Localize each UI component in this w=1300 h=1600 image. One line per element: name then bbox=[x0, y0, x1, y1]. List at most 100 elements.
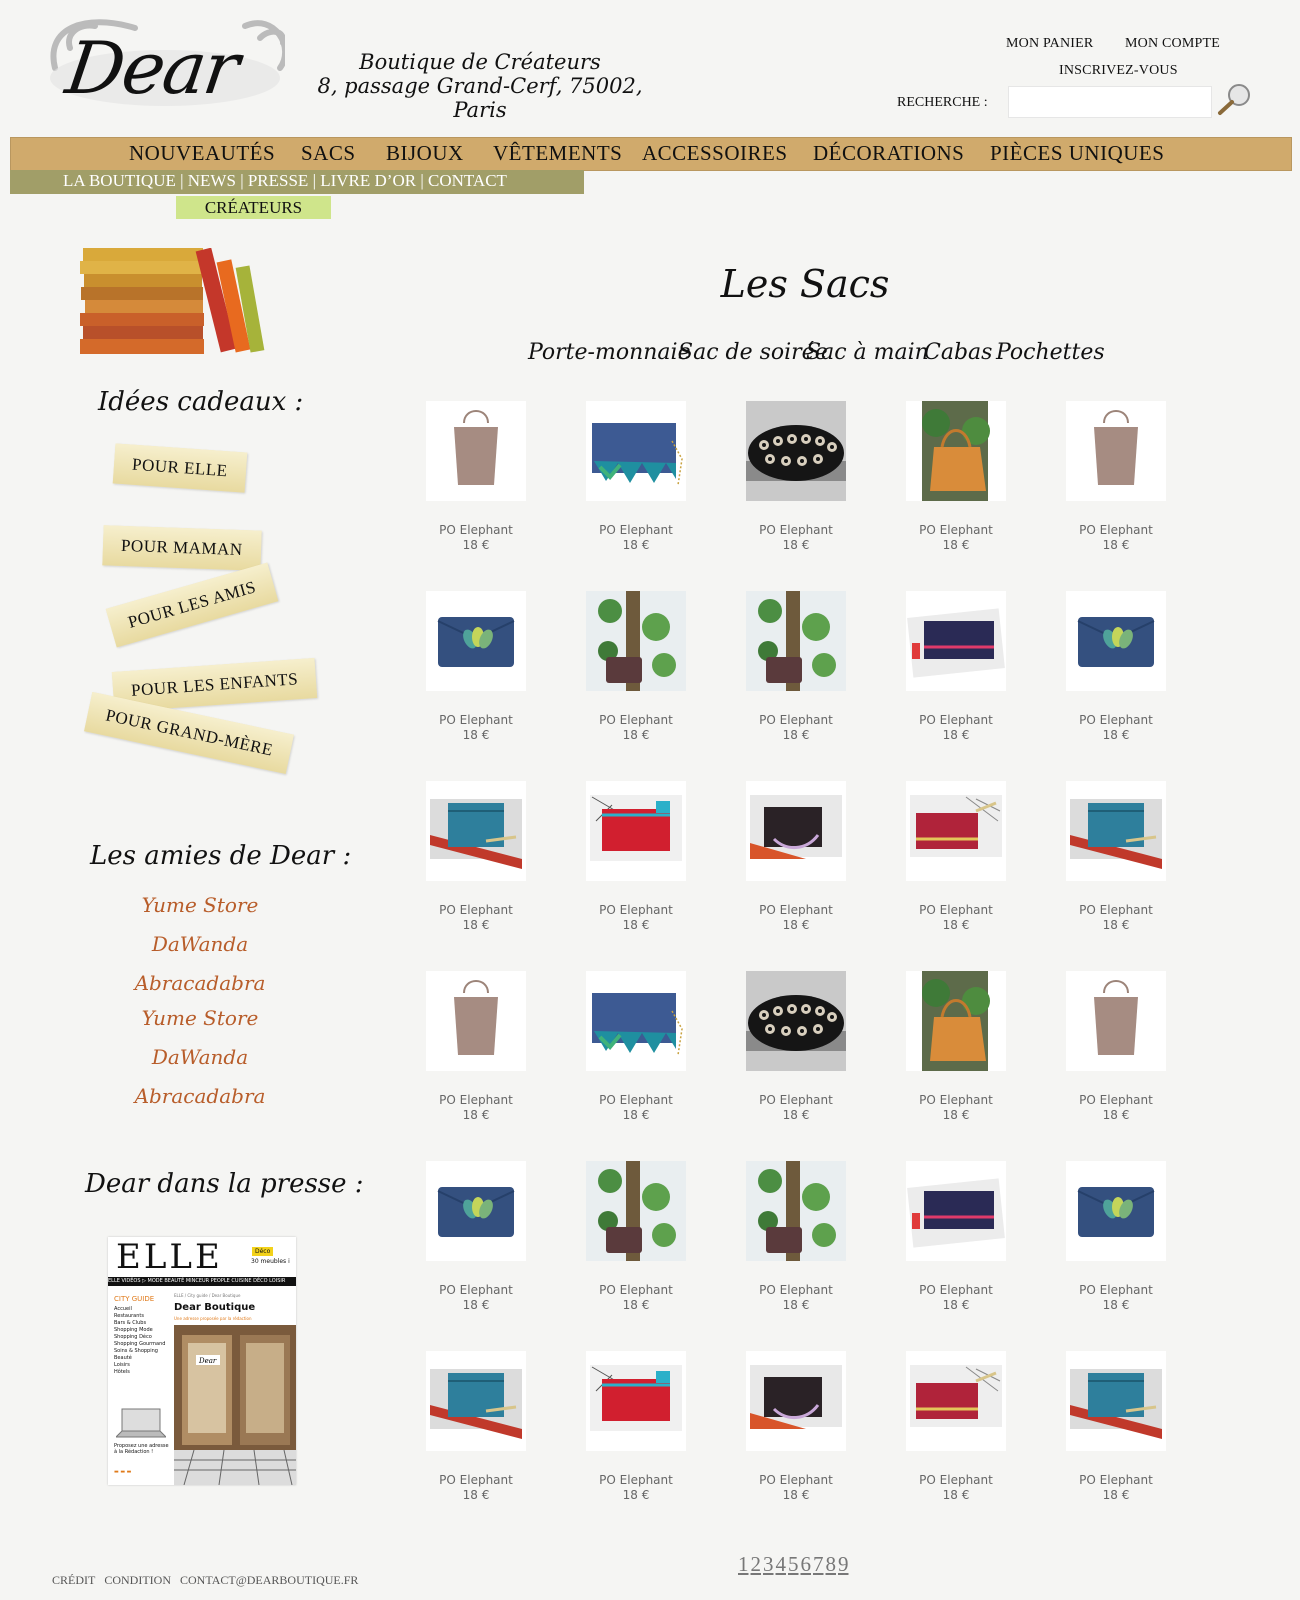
product-name[interactable]: PO Elephant bbox=[1036, 1093, 1196, 1107]
product-card[interactable]: PO Elephant 18 € bbox=[396, 971, 556, 1131]
product-name[interactable]: PO Elephant bbox=[716, 903, 876, 917]
product-name[interactable]: PO Elephant bbox=[876, 903, 1036, 917]
product-name[interactable]: PO Elephant bbox=[396, 1093, 556, 1107]
product-name[interactable]: PO Elephant bbox=[556, 1093, 716, 1107]
category-porte-monnaie[interactable]: Porte-monnaie bbox=[528, 340, 691, 365]
gift-tag-pour-les-amis[interactable]: POUR LES AMIS bbox=[105, 562, 279, 648]
product-image[interactable] bbox=[746, 401, 846, 501]
gift-tag-pour-maman[interactable]: POUR MAMAN bbox=[102, 525, 262, 571]
footer-contact-link[interactable]: CONTACT@DEARBOUTIQUE.FR bbox=[180, 1573, 358, 1587]
product-name[interactable]: PO Elephant bbox=[396, 1283, 556, 1297]
product-name[interactable]: PO Elephant bbox=[1036, 1283, 1196, 1297]
product-card[interactable]: PO Elephant 18 € bbox=[876, 401, 1036, 561]
product-name[interactable]: PO Elephant bbox=[876, 1283, 1036, 1297]
page-link[interactable]: 9 bbox=[838, 1552, 849, 1576]
product-card[interactable]: PO Elephant 18 € bbox=[396, 591, 556, 751]
account-link[interactable]: MON COMPTE bbox=[1125, 36, 1220, 52]
product-card[interactable]: PO Elephant 18 € bbox=[556, 971, 716, 1131]
subnav-news[interactable]: NEWS bbox=[188, 171, 236, 190]
subnav-contact[interactable]: CONTACT bbox=[428, 171, 507, 190]
product-name[interactable]: PO Elephant bbox=[876, 1473, 1036, 1487]
product-image[interactable] bbox=[906, 971, 1006, 1071]
product-image[interactable] bbox=[586, 591, 686, 691]
product-image[interactable] bbox=[1066, 591, 1166, 691]
category-pochettes[interactable]: Pochettes bbox=[996, 340, 1105, 365]
product-name[interactable]: PO Elephant bbox=[716, 1473, 876, 1487]
product-card[interactable]: PO Elephant 18 € bbox=[716, 401, 876, 561]
product-card[interactable]: PO Elephant 18 € bbox=[716, 1351, 876, 1511]
product-image[interactable] bbox=[906, 781, 1006, 881]
product-image[interactable] bbox=[426, 781, 526, 881]
product-card[interactable]: PO Elephant 18 € bbox=[556, 1351, 716, 1511]
category-sac-a-main[interactable]: Sac à main bbox=[806, 340, 929, 365]
product-image[interactable] bbox=[746, 1161, 846, 1261]
product-card[interactable]: PO Elephant 18 € bbox=[1036, 591, 1196, 751]
product-name[interactable]: PO Elephant bbox=[876, 523, 1036, 537]
product-image[interactable] bbox=[586, 1351, 686, 1451]
product-name[interactable]: PO Elephant bbox=[396, 903, 556, 917]
product-card[interactable]: PO Elephant 18 € bbox=[1036, 781, 1196, 941]
product-card[interactable]: PO Elephant 18 € bbox=[1036, 971, 1196, 1131]
product-name[interactable]: PO Elephant bbox=[396, 523, 556, 537]
product-name[interactable]: PO Elephant bbox=[556, 1283, 716, 1297]
product-name[interactable]: PO Elephant bbox=[396, 1473, 556, 1487]
product-image[interactable] bbox=[586, 401, 686, 501]
product-card[interactable]: PO Elephant 18 € bbox=[556, 591, 716, 751]
page-link[interactable]: 5 bbox=[788, 1552, 799, 1576]
product-image[interactable] bbox=[1066, 401, 1166, 501]
product-card[interactable]: PO Elephant 18 € bbox=[716, 1161, 876, 1321]
page-link[interactable]: 3 bbox=[763, 1552, 774, 1576]
page-link[interactable]: 4 bbox=[776, 1552, 787, 1576]
product-card[interactable]: PO Elephant 18 € bbox=[716, 781, 876, 941]
friend-link-abracadabra[interactable]: Abracadabra bbox=[75, 1084, 325, 1108]
friend-link-yume-store[interactable]: Yume Store bbox=[75, 1006, 325, 1030]
nav-nouveautes[interactable]: NOUVEAUTÉS bbox=[129, 141, 275, 166]
search-button[interactable] bbox=[1214, 82, 1254, 116]
product-name[interactable]: PO Elephant bbox=[1036, 523, 1196, 537]
product-image[interactable] bbox=[1066, 781, 1166, 881]
page-link[interactable]: 7 bbox=[813, 1552, 824, 1576]
cart-link[interactable]: MON PANIER bbox=[1006, 36, 1093, 52]
product-image[interactable] bbox=[586, 1161, 686, 1261]
product-name[interactable]: PO Elephant bbox=[1036, 1473, 1196, 1487]
product-name[interactable]: PO Elephant bbox=[716, 523, 876, 537]
product-image[interactable] bbox=[426, 1351, 526, 1451]
product-image[interactable] bbox=[1066, 1161, 1166, 1261]
product-card[interactable]: PO Elephant 18 € bbox=[876, 971, 1036, 1131]
friend-link-dawanda[interactable]: DaWanda bbox=[75, 932, 325, 956]
nav-pieces-uniques[interactable]: PIÈCES UNIQUES bbox=[990, 141, 1164, 166]
nav-accessoires[interactable]: ACCESSOIRES bbox=[642, 141, 788, 166]
footer-credit-link[interactable]: CRÉDIT bbox=[52, 1573, 95, 1587]
page-link[interactable]: 8 bbox=[826, 1552, 837, 1576]
product-card[interactable]: PO Elephant 18 € bbox=[556, 401, 716, 561]
search-input[interactable] bbox=[1008, 86, 1212, 118]
product-name[interactable]: PO Elephant bbox=[716, 713, 876, 727]
product-card[interactable]: PO Elephant 18 € bbox=[876, 781, 1036, 941]
friend-link-abracadabra[interactable]: Abracadabra bbox=[75, 971, 325, 995]
product-image[interactable] bbox=[586, 781, 686, 881]
product-image[interactable] bbox=[1066, 1351, 1166, 1451]
category-cabas[interactable]: Cabas bbox=[924, 340, 992, 365]
product-card[interactable]: PO Elephant 18 € bbox=[396, 401, 556, 561]
nav-sacs[interactable]: SACS bbox=[301, 141, 356, 166]
gift-tag-pour-elle[interactable]: POUR ELLE bbox=[112, 443, 247, 493]
product-image[interactable] bbox=[426, 401, 526, 501]
product-name[interactable]: PO Elephant bbox=[876, 1093, 1036, 1107]
product-image[interactable] bbox=[1066, 971, 1166, 1071]
product-card[interactable]: PO Elephant 18 € bbox=[396, 1351, 556, 1511]
product-card[interactable]: PO Elephant 18 € bbox=[876, 1351, 1036, 1511]
product-image[interactable] bbox=[746, 781, 846, 881]
subnav-livre-dor[interactable]: LIVRE D’OR bbox=[320, 171, 416, 190]
press-clipping[interactable]: ELLE Déco 30 meubles i ELLE VIDÉOS ▷ MOD… bbox=[108, 1237, 296, 1485]
product-image[interactable] bbox=[426, 971, 526, 1071]
product-card[interactable]: PO Elephant 18 € bbox=[1036, 1161, 1196, 1321]
page-link[interactable]: 1 bbox=[738, 1552, 749, 1576]
nav-bijoux[interactable]: BIJOUX bbox=[386, 141, 464, 166]
footer-condition-link[interactable]: CONDITION bbox=[104, 1573, 171, 1587]
product-card[interactable]: PO Elephant 18 € bbox=[1036, 1351, 1196, 1511]
product-name[interactable]: PO Elephant bbox=[556, 523, 716, 537]
product-name[interactable]: PO Elephant bbox=[1036, 903, 1196, 917]
product-name[interactable]: PO Elephant bbox=[1036, 713, 1196, 727]
product-card[interactable]: PO Elephant 18 € bbox=[876, 1161, 1036, 1321]
product-image[interactable] bbox=[906, 1161, 1006, 1261]
